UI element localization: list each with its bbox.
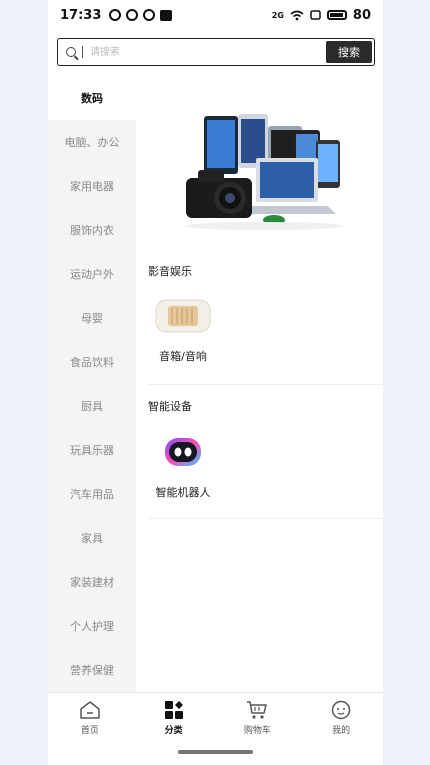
tab-home[interactable]: 首页 (48, 693, 132, 743)
battery-icon (326, 10, 347, 20)
mail-icon (160, 9, 173, 21)
sidebar-item-label: 家具 (81, 532, 103, 545)
section-title-smart-devices: 智能设备 (148, 400, 192, 413)
sidebar-item-label: 厨具 (81, 400, 103, 413)
sidebar-item-label: 服饰内衣 (70, 224, 114, 237)
tab-label: 购物车 (243, 726, 271, 736)
sidebar-item-label: 营养保健 (70, 664, 114, 677)
sidebar-item-label: 电脑、办公 (64, 136, 120, 149)
text-cursor (82, 46, 83, 58)
sync-icon (109, 9, 122, 21)
item-label: 音箱/音响 (159, 350, 207, 363)
tab-label: 首页 (80, 726, 99, 736)
search-icon (66, 47, 76, 57)
section-divider (148, 384, 383, 385)
search-button[interactable]: 搜索 (326, 41, 372, 63)
sidebar-item-furniture[interactable]: 家具 (48, 516, 136, 560)
profile-icon (331, 700, 351, 720)
sidebar-item-home-appliances[interactable]: 家用电器 (48, 164, 136, 208)
tab-label: 我的 (332, 726, 351, 736)
sidebar-item-label: 数码 (81, 92, 103, 105)
home-indicator[interactable] (178, 750, 253, 754)
screen-icon (310, 10, 321, 20)
category-icon (164, 701, 183, 719)
sidebar-item-auto[interactable]: 汽车用品 (48, 472, 136, 516)
sidebar-item-label: 母婴 (81, 312, 103, 325)
check-circle-icon (143, 9, 156, 21)
robot-icon (165, 438, 201, 466)
item-robot[interactable]: 智能机器人 (148, 430, 218, 500)
sidebar-item-digital[interactable]: 数码 (48, 76, 136, 120)
tab-cart[interactable]: 购物车 (216, 693, 300, 743)
sidebar-item-toys[interactable]: 玩具乐器 (48, 428, 136, 472)
sidebar-item-health[interactable]: 营养保健 (48, 648, 136, 692)
status-bar: 17:33 2G 80 (48, 0, 383, 30)
section-divider (148, 518, 383, 519)
sidebar-item-baby[interactable]: 母婴 (48, 296, 136, 340)
category-content: 影音娱乐 音箱/音响 智能设备 智能机器人 (136, 76, 383, 692)
tab-profile[interactable]: 我的 (299, 693, 383, 743)
digital-banner-image[interactable] (146, 86, 373, 246)
speaker-icon (155, 299, 211, 333)
sidebar-item-kitchen[interactable]: 厨具 (48, 384, 136, 428)
search-bar: 搜索 (57, 38, 375, 66)
section-title-av: 影音娱乐 (148, 265, 192, 278)
battery-level: 80 (352, 7, 371, 23)
tab-category[interactable]: 分类 (132, 693, 216, 743)
item-label: 智能机器人 (155, 486, 211, 499)
phone-screen: 17:33 2G 80 搜索 数码 电脑、办 (48, 0, 383, 765)
sidebar-item-clothing[interactable]: 服饰内衣 (48, 208, 136, 252)
sidebar-item-label: 玩具乐器 (70, 444, 114, 457)
home-icon (80, 701, 100, 719)
sidebar-item-label: 运动户外 (70, 268, 114, 281)
sidebar-item-personal-care[interactable]: 个人护理 (48, 604, 136, 648)
status-time: 17:33 (60, 7, 102, 23)
bottom-tab-bar: 首页 分类 购物车 我的 (48, 692, 383, 743)
sidebar-item-food[interactable]: 食品饮料 (48, 340, 136, 384)
sidebar-item-building[interactable]: 家装建材 (48, 560, 136, 604)
search-input[interactable] (88, 45, 326, 59)
item-speaker[interactable]: 音箱/音响 (148, 294, 218, 364)
cart-icon (247, 701, 268, 719)
sidebar-item-label: 食品饮料 (70, 356, 114, 369)
sidebar-item-computer-office[interactable]: 电脑、办公 (48, 120, 136, 164)
check-circle-icon (126, 9, 139, 21)
network-type: 2G (271, 10, 284, 20)
sidebar-item-sports[interactable]: 运动户外 (48, 252, 136, 296)
sidebar-item-label: 家装建材 (70, 576, 114, 589)
tab-label: 分类 (164, 726, 183, 736)
category-sidebar: 数码 电脑、办公 家用电器 服饰内衣 运动户外 母婴 食品饮料 厨具 玩具乐器 … (48, 76, 136, 692)
sidebar-item-label: 个人护理 (70, 620, 114, 633)
sidebar-item-label: 家用电器 (70, 180, 114, 193)
wifi-icon (290, 10, 304, 20)
sidebar-item-label: 汽车用品 (70, 488, 114, 501)
